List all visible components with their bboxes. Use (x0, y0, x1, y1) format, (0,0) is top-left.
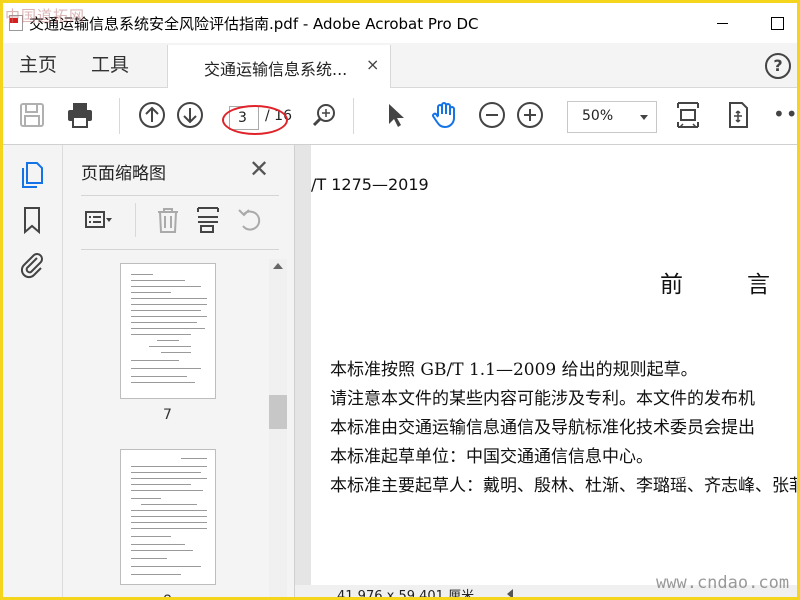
document-tab-label: 交通运输信息系统... (204, 60, 348, 79)
zoom-out-icon[interactable] (477, 100, 507, 130)
tab-tools[interactable]: 工具 (91, 43, 129, 87)
toolbar: 3 / 16 50% •• (3, 88, 797, 145)
thumbnail-list: 7 8 (63, 253, 269, 597)
left-navigation-rail (3, 145, 63, 597)
tab-document[interactable]: 交通运输信息系统... × (167, 45, 391, 88)
toolbar-separator (119, 98, 120, 134)
acrobat-window: 交通运输信息系统安全风险评估指南.pdf - Adobe Acrobat Pro… (0, 0, 800, 600)
page-thumbnails-icon[interactable] (17, 159, 47, 189)
document-page: /T 1275—2019 前言 本标准按照 GB/T 1.1—2009 给出的规… (311, 145, 797, 585)
thumbnail-panel: 页面缩略图 ✕ 7 (63, 145, 295, 597)
help-icon[interactable]: ? (765, 53, 791, 79)
scrollbar-thumb[interactable] (269, 395, 287, 429)
standard-code: /T 1275—2019 (311, 175, 429, 194)
attachment-icon[interactable] (17, 249, 47, 279)
print-icon[interactable] (65, 100, 95, 130)
body-line: 本标准按照 GB/T 1.1—2009 给出的规则起草。 (330, 360, 698, 380)
close-tab-icon[interactable]: × (366, 55, 379, 74)
zoom-select[interactable]: 50% (567, 101, 657, 133)
select-cursor-icon[interactable] (381, 100, 411, 130)
body-line: 本标准起草单位：中国交通通信信息中心。 (330, 447, 653, 467)
divider (81, 249, 279, 250)
page-thumbnail-7[interactable] (120, 263, 216, 399)
toolbar-separator (353, 98, 354, 134)
delete-icon[interactable] (153, 205, 183, 235)
rotate-icon[interactable] (235, 205, 265, 235)
zoom-in-icon[interactable] (515, 100, 545, 130)
document-view: /T 1275—2019 前言 本标准按照 GB/T 1.1—2009 给出的规… (295, 145, 797, 600)
close-panel-icon[interactable]: ✕ (249, 155, 269, 183)
fit-page-icon[interactable] (673, 100, 703, 130)
thumbnail-scrollbar[interactable] (269, 259, 287, 597)
toolbar-separator (135, 203, 136, 237)
page-number-input[interactable]: 3 (229, 106, 259, 130)
watermark-bottom: www.cndao.com (656, 573, 790, 593)
hand-icon[interactable] (429, 100, 459, 130)
save-icon[interactable] (17, 100, 47, 130)
preface-heading: 前言 (660, 272, 770, 298)
maximize-button[interactable] (761, 11, 791, 35)
scroll-mode-icon[interactable] (723, 100, 753, 130)
panel-title: 页面缩略图 (81, 164, 166, 184)
find-icon[interactable] (309, 100, 339, 130)
scroll-up-arrow-icon[interactable] (273, 263, 283, 269)
tab-home[interactable]: 主页 (19, 43, 57, 87)
minimize-button[interactable] (708, 11, 738, 35)
thumbnail-page-number: 7 (163, 407, 172, 423)
scroll-left-arrow-icon[interactable] (507, 589, 513, 597)
tab-bar: 主页 工具 交通运输信息系统... × ? (3, 43, 797, 88)
window-title: 交通运输信息系统安全风险评估指南.pdf - Adobe Acrobat Pro… (29, 15, 479, 33)
page-total: / 16 (265, 108, 292, 124)
body-line: 本标准主要起草人：戴明、殷林、杜渐、李璐瑶、齐志峰、张菲 (330, 476, 797, 496)
page-up-icon[interactable] (137, 100, 167, 130)
bookmark-icon[interactable] (17, 205, 47, 235)
body-line: 请注意本文件的某些内容可能涉及专利。本文件的发布机 (330, 389, 755, 409)
body-line: 本标准由交通运输信息通信及导航标准化技术委员会提出 (330, 418, 755, 438)
page-down-icon[interactable] (175, 100, 205, 130)
divider (81, 195, 279, 196)
page-thumbnail-8[interactable] (120, 449, 216, 585)
more-icon[interactable]: ••• (773, 102, 797, 126)
insert-page-icon[interactable] (193, 205, 223, 235)
options-menu-icon[interactable] (83, 205, 113, 235)
thumbnail-page-number: 8 (163, 593, 172, 597)
watermark-top: 中国道拓网 (5, 7, 86, 25)
title-bar: 交通运输信息系统安全风险评估指南.pdf - Adobe Acrobat Pro… (3, 3, 797, 43)
zoom-value: 50% (582, 108, 614, 124)
chevron-down-icon (640, 115, 648, 120)
page-size-readout: 41.976 x 59.401 厘米 (337, 589, 475, 600)
